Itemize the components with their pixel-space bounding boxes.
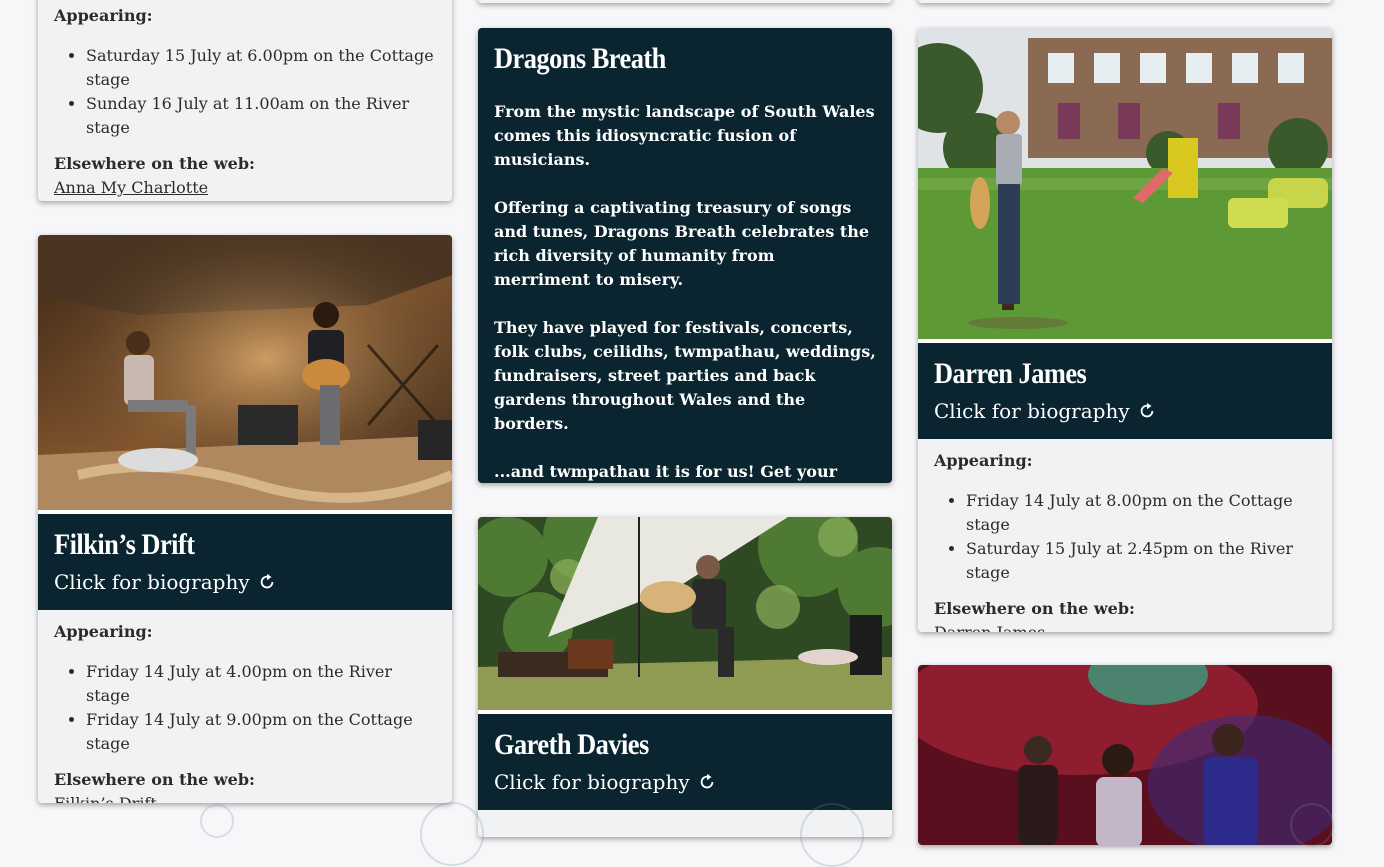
artist-card-anna-my-charlotte: Appearing: Saturday 15 July at 6.00pm on… bbox=[38, 0, 452, 201]
artist-photo bbox=[918, 28, 1332, 339]
biography-toggle[interactable]: Click for biography bbox=[54, 570, 436, 594]
artist-card-dragons-breath[interactable]: Dragons Breath From the mystic landscape… bbox=[478, 28, 892, 483]
artist-header[interactable]: Gareth Davies Click for biography bbox=[478, 710, 892, 810]
biography-paragraph: They have played for festivals, concerts… bbox=[494, 318, 876, 433]
biography-paragraph: ...and twmpathau it is for us! Get your … bbox=[494, 462, 838, 481]
biography-toggle[interactable]: Click for biography bbox=[934, 399, 1316, 423]
artist-name: Filkin’s Drift bbox=[54, 528, 195, 561]
artist-photo bbox=[918, 665, 1332, 845]
card-body: Appearing: Saturday 15 July at 6.00pm on… bbox=[38, 0, 452, 201]
artist-website-link[interactable]: Anna My Charlotte bbox=[54, 178, 208, 197]
artist-card-next bbox=[918, 665, 1332, 845]
biography-toggle[interactable]: Click for biography bbox=[494, 770, 876, 794]
artist-card-previous-edge bbox=[918, 0, 1332, 3]
appearing-label: Appearing: bbox=[54, 6, 153, 25]
artist-website-link[interactable]: Darren James bbox=[934, 623, 1045, 632]
web-label: Elsewhere on the web: bbox=[54, 770, 255, 789]
decorative-bubble bbox=[200, 804, 234, 838]
web-label: Elsewhere on the web: bbox=[934, 599, 1135, 618]
gig-item: Sunday 16 July at 11.00am on the River s… bbox=[86, 92, 436, 140]
artist-card-filkins-drift: Filkin’s Drift Click for biography Appea… bbox=[38, 235, 452, 803]
artist-name: Gareth Davies bbox=[494, 728, 649, 761]
card-body: Appearing: Friday 14 July at 8.00pm on t… bbox=[918, 439, 1332, 632]
biography-label: Click for biography bbox=[494, 770, 690, 794]
gig-list: Saturday 15 July at 6.00pm on the Cottag… bbox=[54, 44, 436, 140]
gig-item: Friday 14 July at 9.00pm on the Cottage … bbox=[86, 708, 436, 756]
artist-name: Darren James bbox=[934, 357, 1087, 390]
biography-paragraph: From the mystic landscape of South Wales… bbox=[494, 102, 875, 169]
web-label: Elsewhere on the web: bbox=[54, 154, 255, 173]
gig-item: Saturday 15 July at 6.00pm on the Cottag… bbox=[86, 44, 436, 92]
gig-item: Saturday 15 July at 2.45pm on the River … bbox=[966, 537, 1316, 585]
gig-item: Friday 14 July at 4.00pm on the River st… bbox=[86, 660, 436, 708]
artist-name: Dragons Breath bbox=[494, 42, 666, 75]
biography-label: Click for biography bbox=[934, 399, 1130, 423]
decorative-bubble bbox=[800, 803, 864, 867]
biography-label: Click for biography bbox=[54, 570, 250, 594]
refresh-icon bbox=[700, 773, 713, 789]
artist-photo bbox=[478, 517, 892, 710]
card-body: Appearing: Friday 14 July at 4.00pm on t… bbox=[38, 610, 452, 803]
gig-list: Friday 14 July at 4.00pm on the River st… bbox=[54, 660, 436, 756]
artist-card-gareth-davies: Gareth Davies Click for biography bbox=[478, 517, 892, 837]
refresh-icon bbox=[1140, 402, 1153, 418]
gig-item: Friday 14 July at 8.00pm on the Cottage … bbox=[966, 489, 1316, 537]
artist-card-previous-edge bbox=[478, 0, 892, 3]
appearing-label: Appearing: bbox=[54, 622, 153, 641]
artist-website-link[interactable]: Filkin’s Drift bbox=[54, 794, 157, 803]
biography-text: From the mystic landscape of South Wales… bbox=[478, 76, 892, 483]
artist-header[interactable]: Filkin’s Drift Click for biography bbox=[38, 510, 452, 610]
biography-paragraph: Offering a captivating treasury of songs… bbox=[494, 198, 870, 289]
appearing-label: Appearing: bbox=[934, 451, 1033, 470]
gig-list: Friday 14 July at 8.00pm on the Cottage … bbox=[934, 489, 1316, 585]
artist-card-darren-james: Darren James Click for biography Appeari… bbox=[918, 28, 1332, 632]
artist-header[interactable]: Darren James Click for biography bbox=[918, 339, 1332, 439]
decorative-bubble bbox=[1290, 803, 1334, 847]
artist-photo bbox=[38, 235, 452, 510]
refresh-icon bbox=[260, 573, 273, 589]
